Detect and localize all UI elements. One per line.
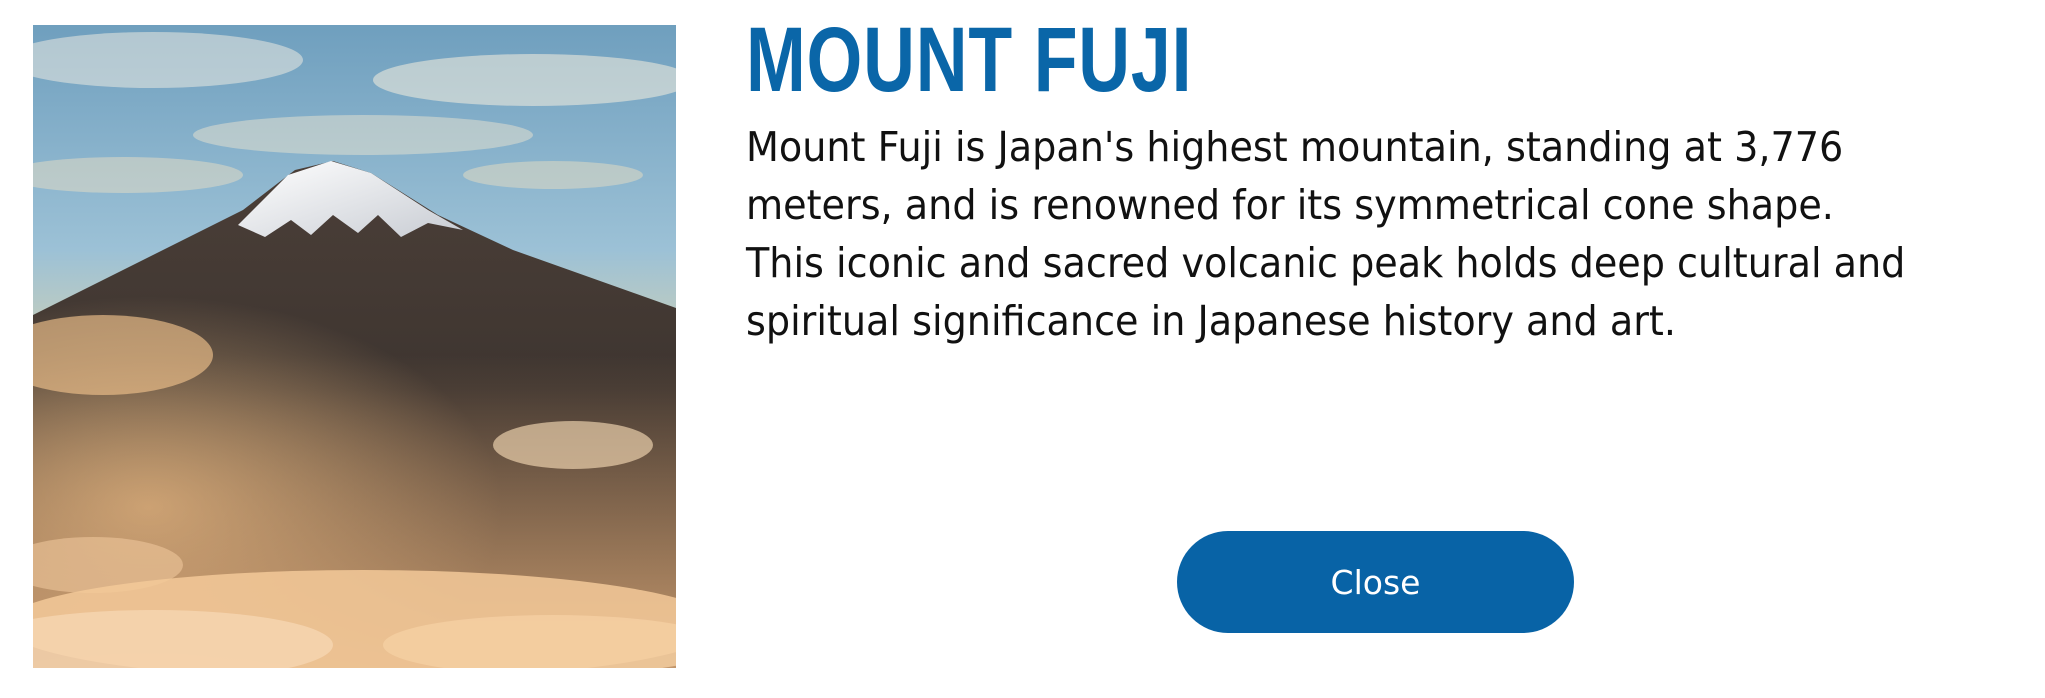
mount-fuji-illustration	[33, 25, 676, 668]
close-button[interactable]: Close	[1177, 531, 1574, 633]
mount-fuji-image	[33, 25, 676, 668]
page-title: MOUNT FUJI	[746, 9, 1193, 111]
description-text: Mount Fuji is Japan's highest mountain, …	[746, 123, 1906, 345]
